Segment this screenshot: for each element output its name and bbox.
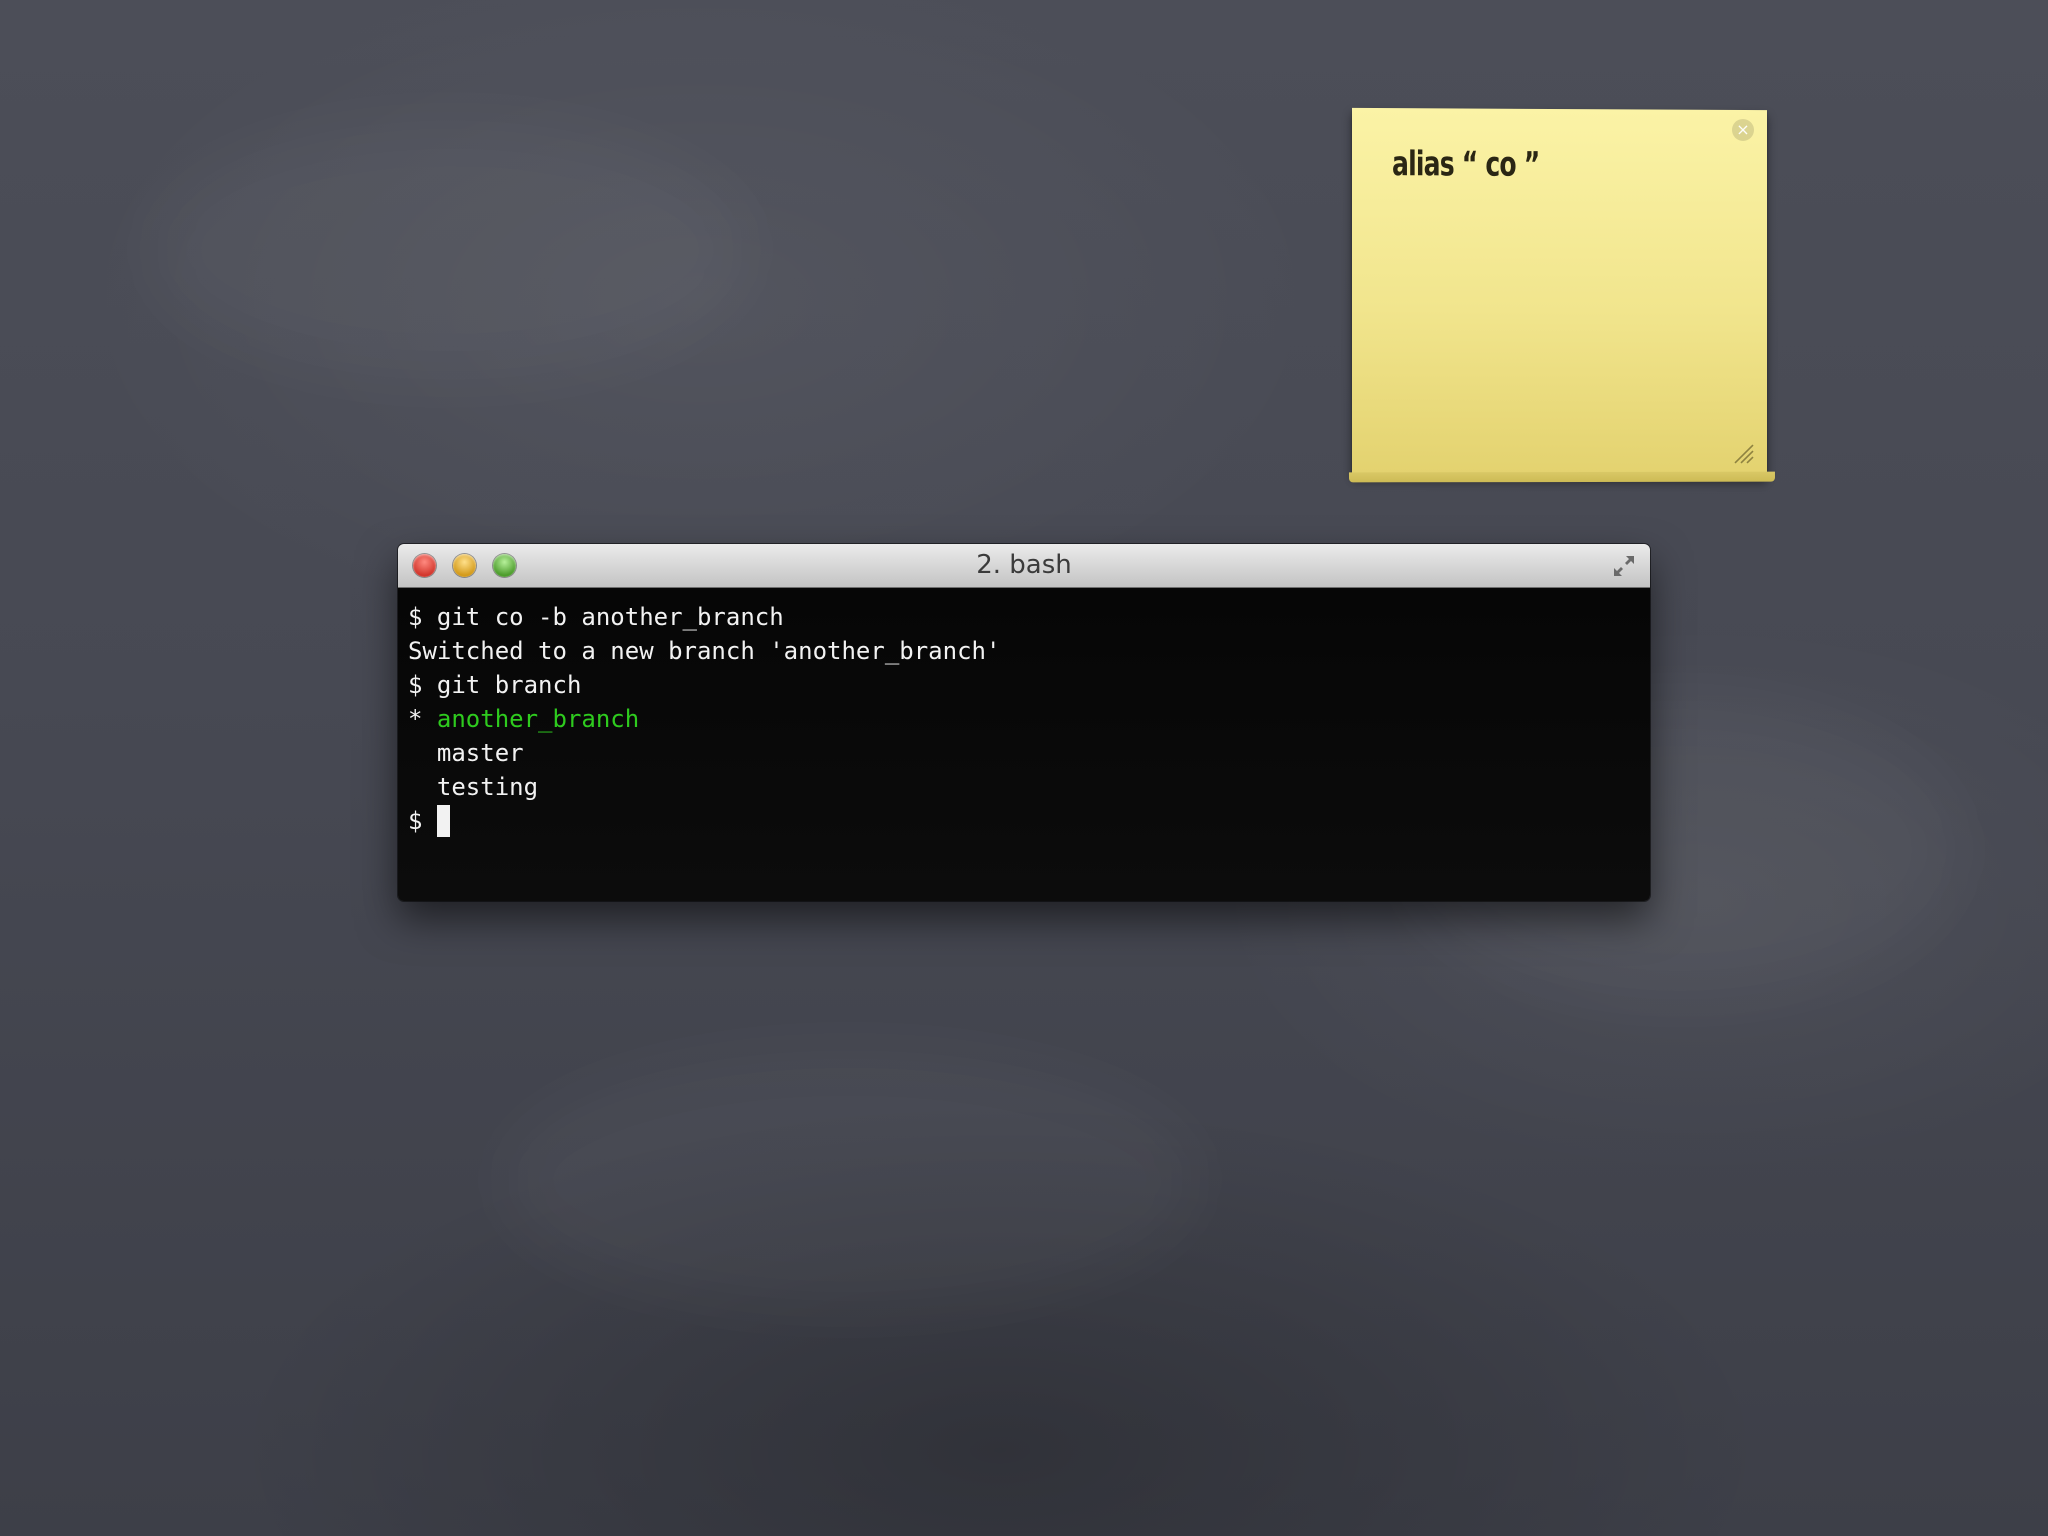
terminal-line: master	[408, 736, 1640, 770]
prompt-symbol: $	[408, 807, 437, 835]
sticky-note-text[interactable]: alias “ co ”	[1392, 144, 1539, 185]
terminal-line: Switched to a new branch 'another_branch…	[408, 634, 1640, 668]
branch-indent	[408, 773, 437, 801]
branch-indent	[408, 739, 437, 767]
terminal-line: $ git co -b another_branch	[408, 600, 1640, 634]
terminal-line: * another_branch	[408, 702, 1640, 736]
fullscreen-arrows-icon[interactable]	[1610, 552, 1638, 580]
terminal-prompt-line[interactable]: $	[408, 804, 1640, 838]
terminal-line: testing	[408, 770, 1640, 804]
terminal-line: $ git branch	[408, 668, 1640, 702]
window-title: 2. bash	[976, 550, 1072, 580]
branch-name: master	[436, 739, 524, 767]
branch-name: testing	[436, 773, 539, 801]
terminal-window: 2. bash $ git co -b another_branch Switc…	[398, 544, 1650, 901]
resize-grip-icon[interactable]	[1731, 441, 1755, 465]
output-text: Switched to a new branch 'another_branch…	[408, 637, 1001, 665]
text-cursor	[436, 805, 450, 837]
sticky-close-icon[interactable]: ×	[1732, 118, 1754, 142]
terminal-output[interactable]: $ git co -b another_branch Switched to a…	[398, 588, 1650, 901]
sticky-note[interactable]: × alias “ co ”	[1352, 107, 1767, 478]
current-branch-marker: *	[408, 705, 437, 733]
terminal-titlebar[interactable]: 2. bash	[398, 544, 1650, 588]
current-branch-name: another_branch	[436, 705, 640, 733]
command-text: $ git branch	[408, 671, 582, 699]
command-text: $ git co -b another_branch	[408, 603, 784, 631]
